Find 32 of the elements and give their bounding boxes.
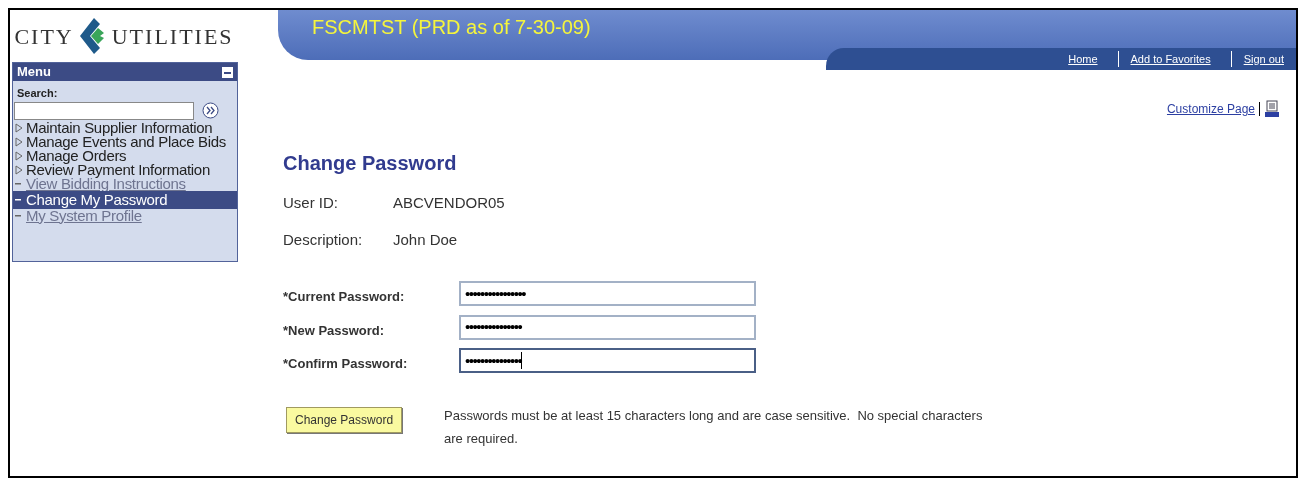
password-field[interactable]: •••••••••••••••• [459, 281, 756, 307]
menu-item[interactable]: Change My Password [13, 190, 237, 209]
menu-title: Menu [17, 63, 51, 82]
expand-triangle-icon [15, 150, 23, 161]
field-label: User ID: [283, 193, 339, 213]
field-label: *New Password: [283, 321, 386, 340]
password-rules-text: Passwords must be at least 15 characters long and are case sensitive. No special characters are required. [444, 406, 984, 448]
password-field[interactable]: ••••••••••••••• [459, 348, 756, 374]
nav-link[interactable]: Home [1056, 50, 1110, 68]
change-password-button[interactable]: Change Password [286, 406, 403, 433]
field-value: John Doe [393, 229, 458, 250]
field-label: *Current Password: [283, 288, 406, 306]
nav-link[interactable]: Add to Favorites [1117, 50, 1223, 68]
menu-item[interactable]: Maintain Supplier Information [13, 120, 237, 135]
field-value: ABCVENDOR05 [393, 193, 505, 213]
http-document-icon[interactable] [1264, 100, 1280, 118]
expand-triangle-icon [15, 136, 23, 147]
nav-link[interactable]: Sign out [1230, 50, 1296, 68]
password-field[interactable]: ••••••••••••••• [459, 314, 756, 340]
expand-triangle-icon [15, 164, 23, 175]
expand-triangle-icon [15, 122, 23, 133]
customize-page-link[interactable]: Customize Page [1166, 100, 1255, 118]
logo-text: CITY [14, 22, 74, 51]
search-go-icon[interactable] [202, 102, 219, 119]
page-title: Change Password [283, 151, 458, 176]
search-label: Search: [16, 86, 59, 101]
app-title: FSCMTST (PRD as of 7-30-09) [312, 15, 591, 40]
search-field[interactable] [14, 101, 194, 120]
field-label: *Confirm Password: [283, 355, 409, 373]
field-label: Description: [283, 229, 364, 250]
collapse-icon[interactable] [222, 66, 233, 78]
logo-text: UTILITIES [111, 22, 234, 51]
